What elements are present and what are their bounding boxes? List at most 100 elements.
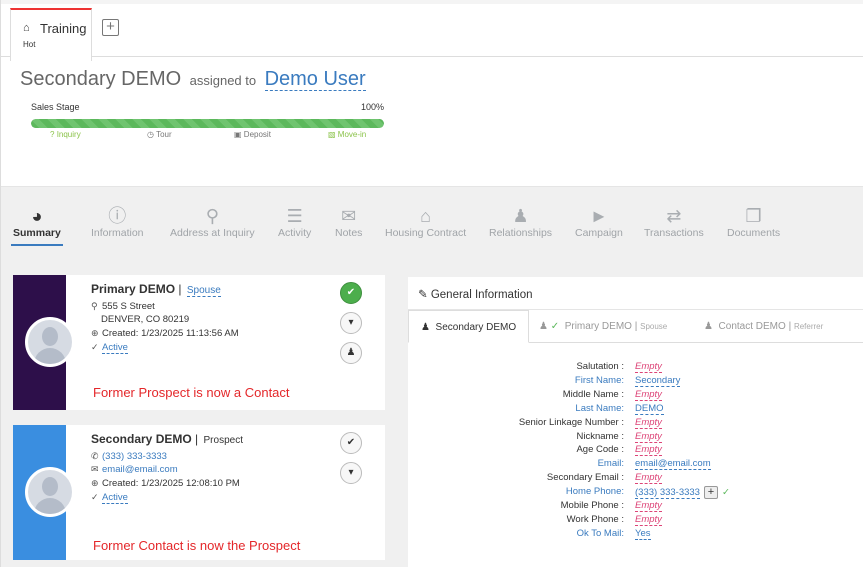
- field-label: Mobile Phone :: [560, 500, 624, 511]
- field-value[interactable]: Yes: [635, 527, 651, 540]
- progress-fill: [31, 119, 384, 128]
- comments-icon: ✉: [341, 206, 357, 226]
- list-icon: ☰: [286, 206, 303, 226]
- add-phone-button[interactable]: +: [703, 486, 718, 500]
- home-icon: ⌂: [23, 22, 30, 34]
- sales-stage-progress: [31, 119, 384, 128]
- contact-name: Secondary DEMO | Prospect: [91, 432, 243, 446]
- nav-housing-contract[interactable]: ⌂ Housing Contract: [385, 205, 466, 239]
- field-label: First Name:: [574, 374, 624, 386]
- field-value-wrap: Empty: [635, 500, 662, 512]
- check-icon: ✓: [91, 492, 99, 502]
- confirm-button[interactable]: ✔: [340, 432, 362, 454]
- plus-circle-icon: ⊕: [91, 328, 99, 338]
- check-icon: ✓: [550, 321, 560, 332]
- prospect-name: Secondary DEMO: [20, 68, 182, 90]
- users-icon: ♟: [512, 206, 529, 226]
- dropdown-button[interactable]: ▾: [340, 462, 362, 484]
- chevron-down-icon: ▾: [348, 467, 354, 478]
- nav-transactions[interactable]: ⇄ Transactions: [644, 205, 704, 239]
- field-value-wrap: Empty: [635, 444, 662, 457]
- field-value-wrap: Empty: [635, 430, 662, 443]
- field-value[interactable]: Empty: [635, 444, 662, 457]
- nav-notes[interactable]: ✉ Notes: [335, 205, 362, 239]
- avatar: [25, 467, 75, 517]
- field-value[interactable]: DEMO: [635, 402, 664, 415]
- contact-card-secondary: Secondary DEMO | Prospect ✆ (333) 333-333…: [13, 425, 385, 560]
- info-icon: ⓘ: [108, 206, 127, 226]
- field-value-wrap: Secondary: [635, 374, 681, 387]
- address-line-2: DENVER, CO 80219: [101, 314, 190, 325]
- field-value-wrap: Empty: [635, 388, 662, 401]
- phone-icon: ✆: [91, 451, 99, 461]
- relation-label: Prospect: [203, 435, 243, 446]
- field-row: Secondary Email : Empty: [408, 472, 863, 485]
- group-button[interactable]: ♟: [340, 342, 362, 364]
- field-value[interactable]: Empty: [635, 513, 662, 526]
- field-row: Work Phone : Empty: [408, 513, 863, 527]
- tab-primary-demo[interactable]: ♟ ✓ Primary DEMO | Spouse: [539, 310, 667, 343]
- nav-summary[interactable]: ◕ Summary: [11, 205, 63, 246]
- nav-address-at-inquiry[interactable]: ⚲ Address at Inquiry: [170, 205, 255, 239]
- nav-information[interactable]: ⓘ Information: [91, 205, 144, 239]
- exchange-icon: ⇄: [666, 206, 682, 226]
- map-marker-icon: ⚲: [205, 206, 219, 226]
- field-row: Salutation : Empty: [408, 361, 863, 374]
- phone-line: ✆ (333) 333-3333: [91, 451, 167, 462]
- email-link[interactable]: email@email.com: [102, 464, 178, 475]
- panel-header: ✎ General Information: [408, 277, 863, 310]
- step-inquiry: ? Inquiry: [50, 130, 81, 139]
- field-label: Home Phone:: [565, 486, 624, 498]
- sales-stage-steps: ? Inquiry ◷ Tour ▣ Deposit ▧ Move-in: [31, 130, 384, 142]
- nav-documents[interactable]: ❐ Documents: [727, 205, 780, 239]
- field-value[interactable]: (333) 333-3333: [635, 487, 700, 500]
- money-icon: ▣: [234, 130, 242, 139]
- page-title: Secondary DEMO assigned to Demo User: [20, 68, 366, 91]
- field-value[interactable]: Empty: [635, 500, 662, 512]
- tab-training[interactable]: ⌂ Training Hot: [10, 8, 92, 61]
- check-icon: ✔: [346, 287, 356, 298]
- status-line: ✓ Active: [91, 342, 128, 354]
- check-icon: ✔: [346, 437, 356, 448]
- field-label: Age Code :: [576, 444, 624, 456]
- panel-title: General Information: [430, 289, 533, 301]
- suitcase-icon: ▧: [328, 130, 336, 139]
- field-label: Salutation :: [576, 361, 624, 372]
- home-icon: ⌂: [420, 206, 431, 226]
- status-link[interactable]: Active: [102, 342, 128, 354]
- phone-link[interactable]: (333) 333-3333: [102, 451, 167, 462]
- step-move-in: ▧ Move-in: [328, 130, 367, 139]
- field-value[interactable]: Empty: [635, 388, 662, 401]
- sales-stage-label: Sales Stage: [31, 102, 80, 112]
- files-icon: ❐: [745, 206, 762, 226]
- nav-relationships[interactable]: ♟ Relationships: [489, 205, 552, 239]
- assigned-user-link[interactable]: Demo User: [264, 68, 366, 91]
- field-label: Work Phone :: [566, 513, 624, 525]
- field-value[interactable]: email@email.com: [635, 458, 711, 471]
- tab-label: Training: [40, 21, 87, 36]
- tab-sublabel: Hot: [23, 40, 36, 49]
- field-value[interactable]: Empty: [635, 361, 662, 373]
- bullhorn-icon: ►: [590, 206, 608, 226]
- step-tour: ◷ Tour: [147, 130, 172, 139]
- field-row: Ok To Mail: Yes: [408, 527, 863, 541]
- relation-link[interactable]: Spouse: [186, 285, 221, 297]
- created-line: ⊕ Created: 1/23/2025 11:13:56 AM: [91, 328, 239, 339]
- confirm-button[interactable]: ✔: [340, 282, 362, 304]
- dropdown-button[interactable]: ▾: [340, 312, 362, 334]
- field-value-wrap: Yes: [635, 527, 651, 540]
- field-value[interactable]: Empty: [635, 416, 662, 429]
- field-value[interactable]: Secondary: [635, 374, 681, 387]
- nav-activity[interactable]: ☰ Activity: [278, 205, 311, 239]
- check-icon: ✓: [91, 342, 99, 352]
- field-value-wrap: Empty: [635, 361, 662, 373]
- field-value[interactable]: Empty: [635, 472, 662, 485]
- tab-secondary-demo[interactable]: ♟ Secondary DEMO: [408, 310, 530, 343]
- status-link[interactable]: Active: [102, 492, 128, 504]
- add-tab-button[interactable]: +: [102, 19, 119, 36]
- created-line: ⊕ Created: 1/23/2025 12:08:10 PM: [91, 478, 240, 489]
- field-value[interactable]: Empty: [635, 430, 662, 443]
- tab-contact-demo[interactable]: ♟ Contact DEMO | Referrer: [704, 310, 823, 343]
- field-value-wrap: Empty: [635, 416, 662, 429]
- nav-campaign[interactable]: ► Campaign: [575, 205, 623, 239]
